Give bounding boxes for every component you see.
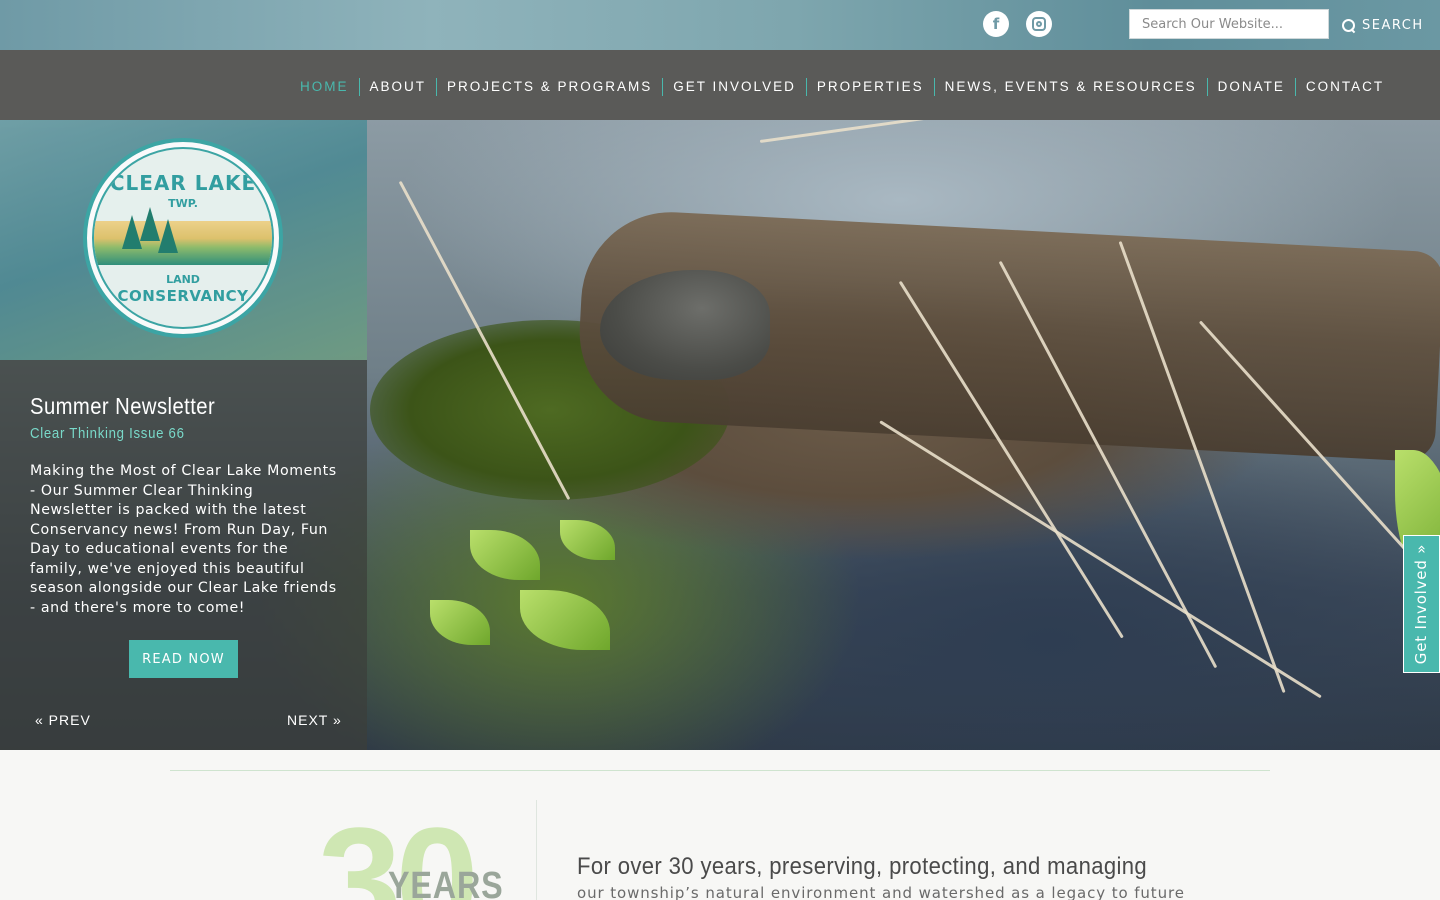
hero-reed: [759, 120, 1276, 143]
hero-reed: [879, 420, 1322, 699]
logo-area: CLEAR LAKE TWP. LAND CONSERVANCY: [0, 120, 367, 360]
slide-title: Summer Newsletter: [30, 393, 216, 419]
top-bar: f SEARCH: [0, 0, 1440, 50]
hero-leaf: [470, 530, 540, 580]
featured-panel: CLEAR LAKE TWP. LAND CONSERVANCY Summer …: [0, 120, 367, 750]
section-divider: [170, 770, 1270, 771]
slide-body: Making the Most of Clear Lake Moments - …: [30, 463, 337, 616]
nav-item-about[interactable]: ABOUT: [358, 78, 437, 96]
hero-leaf: [520, 590, 610, 650]
logo-text-bottom: CONSERVANCY: [117, 287, 249, 305]
mission-body: our township’s natural environment and w…: [577, 884, 1185, 900]
search-button-label: SEARCH: [1362, 17, 1424, 33]
logo-text-top: CLEAR LAKE: [109, 171, 257, 195]
prev-slide-link[interactable]: « PREV: [35, 712, 91, 728]
nav-item-get-involved[interactable]: GET INVOLVED: [662, 78, 806, 96]
main-navigation: HOME ABOUT PROJECTS & PROGRAMS GET INVOL…: [0, 50, 1440, 120]
search-input[interactable]: [1129, 9, 1329, 39]
logo-tree: [122, 215, 142, 249]
next-slide-link[interactable]: NEXT »: [287, 712, 342, 728]
logo-tree: [158, 219, 178, 253]
hero-leaf: [430, 600, 490, 645]
logo-tree: [140, 207, 160, 241]
nav-item-properties[interactable]: PROPERTIES: [805, 78, 934, 96]
logo-inner: CLEAR LAKE TWP. LAND CONSERVANCY: [92, 147, 274, 329]
facebook-icon[interactable]: f: [983, 11, 1009, 37]
vertical-divider: [536, 800, 537, 900]
nav-item-home[interactable]: HOME: [290, 78, 359, 96]
logo-text-land: LAND: [166, 273, 200, 286]
nav-item-contact[interactable]: CONTACT: [1294, 78, 1394, 96]
nav-item-projects-programs[interactable]: PROJECTS & PROGRAMS: [436, 78, 662, 96]
get-involved-tab[interactable]: Get Involved »: [1403, 535, 1440, 673]
slide-subtitle: Clear Thinking Issue 66: [30, 425, 185, 442]
logo-text-twp: TWP.: [168, 197, 198, 210]
instagram-glyph: [1032, 17, 1046, 31]
hero-leaf: [560, 520, 615, 560]
instagram-icon[interactable]: [1026, 11, 1052, 37]
logo-landscape: [94, 207, 272, 265]
nav-item-news-events-resources[interactable]: NEWS, EVENTS & RESOURCES: [933, 78, 1207, 96]
slide-content: Summer Newsletter Clear Thinking Issue 6…: [0, 360, 367, 750]
search-icon: [1342, 18, 1355, 32]
mission-heading: For over 30 years, preserving, protectin…: [577, 853, 1148, 880]
nav-menu: HOME ABOUT PROJECTS & PROGRAMS GET INVOL…: [290, 78, 1394, 96]
read-now-button[interactable]: READ NOW: [129, 640, 238, 678]
site-logo[interactable]: CLEAR LAKE TWP. LAND CONSERVANCY: [83, 138, 283, 338]
get-involved-tab-label: Get Involved »: [1412, 543, 1431, 665]
years-label: YEARS: [388, 865, 504, 900]
nav-item-donate[interactable]: DONATE: [1206, 78, 1295, 96]
search-button[interactable]: SEARCH: [1342, 14, 1424, 36]
